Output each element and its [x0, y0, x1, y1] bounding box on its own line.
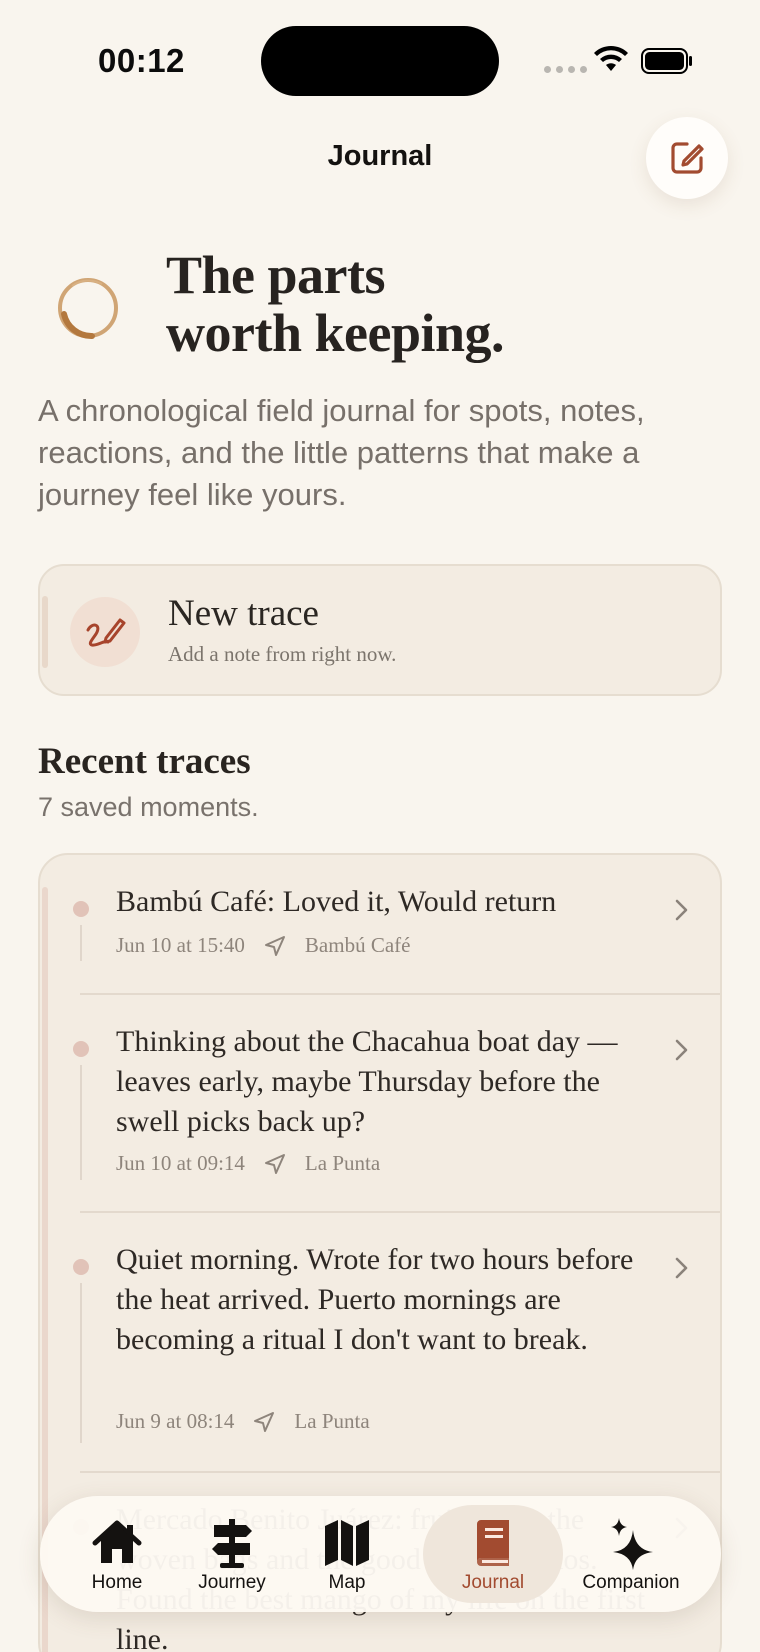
home-icon [90, 1516, 144, 1570]
tab-home[interactable]: Home [80, 1496, 154, 1612]
scribble-pen-icon [86, 618, 126, 647]
status-time: 00:12 [98, 42, 185, 79]
card-accent-bar [42, 596, 48, 668]
map-icon [320, 1516, 374, 1570]
timeline-line [80, 925, 82, 961]
compose-icon [671, 142, 704, 174]
new-trace-subtitle: Add a note from right now. [168, 642, 397, 666]
book-icon [466, 1516, 520, 1570]
sparkles-icon [604, 1516, 658, 1570]
signpost-icon [205, 1516, 259, 1570]
tab-bar: Home Journey Map Journal Companion [40, 1496, 721, 1612]
location-arrow-icon [264, 1153, 285, 1174]
new-trace-icon-circle [70, 597, 140, 667]
dynamic-island [261, 26, 499, 96]
status-bar: 00:12 [0, 0, 760, 110]
hero-title-line-2: worth keeping. [166, 303, 505, 363]
trace-entry[interactable]: Bambú Café: Loved it, Would return Jun 1… [40, 855, 720, 995]
trace-text: Bambú Café: Loved it, Would return [116, 885, 557, 918]
saved-moments-count: 7 saved moments. [38, 792, 259, 822]
new-trace-title: New trace [168, 593, 319, 634]
trace-meta: Jun 10 at 09:14 La Punta [116, 1151, 380, 1176]
chevron-right-icon [675, 1039, 688, 1061]
timeline-line [80, 1065, 82, 1180]
new-trace-card[interactable]: New trace Add a note from right now. [38, 564, 722, 696]
cellular-signal-icon [544, 66, 587, 73]
timeline-dot [73, 901, 89, 917]
trace-location: Bambú Café [304, 933, 411, 957]
wifi-icon [594, 45, 628, 71]
recent-traces-heading: Recent traces [38, 741, 251, 782]
battery-icon [641, 48, 692, 74]
tab-label: Journal [461, 1572, 525, 1593]
tab-label: Map [328, 1572, 366, 1593]
trace-text: Thinking about the Chacahua boat day — l… [116, 1025, 618, 1138]
trace-location: La Punta [294, 1409, 370, 1433]
timeline-dot [73, 1259, 89, 1275]
hero-subtitle: A chronological field journal for spots,… [38, 393, 645, 512]
chevron-right-icon [675, 899, 688, 921]
tab-companion[interactable]: Companion [576, 1496, 686, 1612]
trace-date: Jun 10 at 09:14 [116, 1151, 245, 1175]
tab-label: Companion [582, 1572, 680, 1593]
trace-entry[interactable]: Thinking about the Chacahua boat day — l… [40, 995, 720, 1213]
timeline-line [80, 1283, 82, 1443]
tab-label: Home [91, 1572, 143, 1593]
tab-journey[interactable]: Journey [188, 1496, 276, 1612]
hero-title-line-1: The parts [166, 245, 386, 305]
trace-date: Jun 9 at 08:14 [116, 1409, 235, 1433]
tab-label: Journey [198, 1572, 266, 1593]
chevron-right-icon [675, 1257, 688, 1279]
location-arrow-icon [264, 935, 285, 956]
trace-text: Quiet morning. Wrote for two hours befor… [116, 1243, 634, 1356]
trace-meta: Jun 10 at 15:40 Bambú Café [116, 933, 410, 958]
tab-map[interactable]: Map [310, 1496, 384, 1612]
hero-title: The parts worth keeping. [166, 245, 505, 363]
trace-entry[interactable]: Quiet morning. Wrote for two hours befor… [40, 1213, 720, 1473]
location-arrow-icon [254, 1411, 275, 1432]
timeline-dot [73, 1041, 89, 1057]
trace-date: Jun 10 at 15:40 [116, 933, 245, 957]
tab-journal[interactable]: Journal [448, 1496, 538, 1612]
coffee-ring-icon [58, 278, 118, 340]
compose-button[interactable] [646, 117, 728, 199]
trace-meta: Jun 9 at 08:14 La Punta [116, 1409, 370, 1434]
trace-location: La Punta [304, 1151, 381, 1175]
